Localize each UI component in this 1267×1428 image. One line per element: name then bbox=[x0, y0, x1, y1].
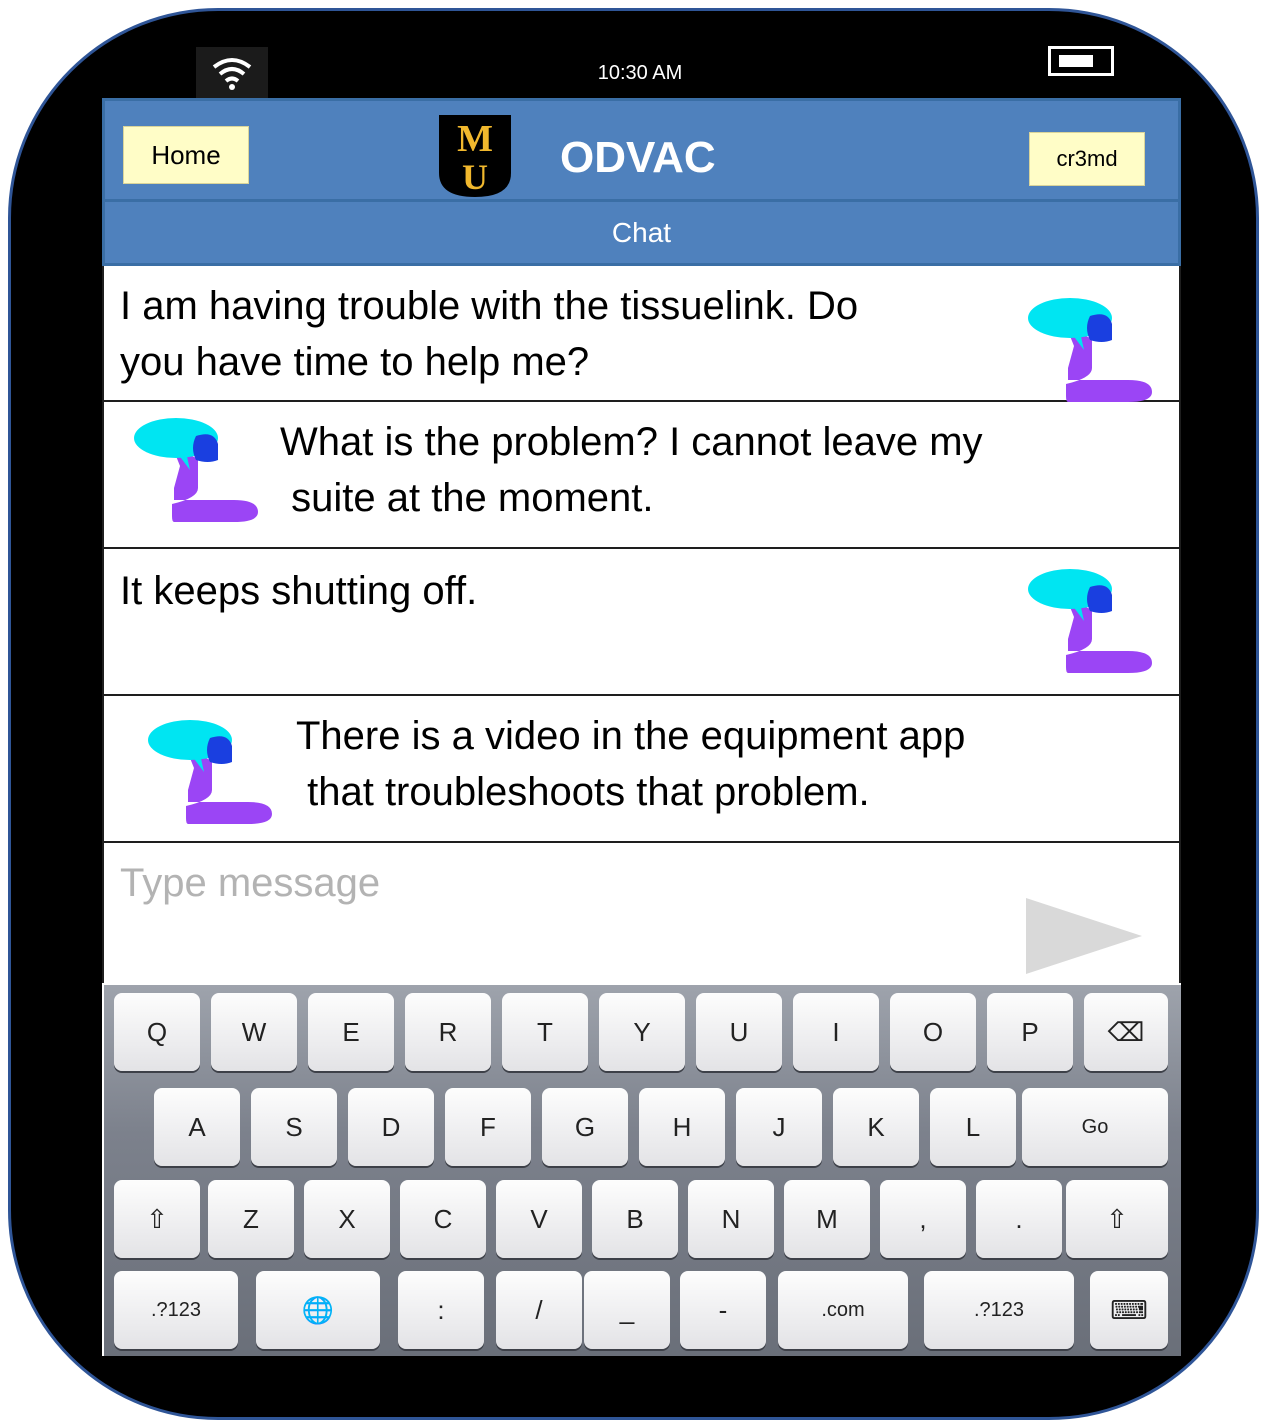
key-v[interactable]: V bbox=[496, 1180, 582, 1258]
message-line: that troubleshoots that problem. bbox=[296, 770, 870, 814]
shift-key-right[interactable]: ⇧ bbox=[1066, 1180, 1168, 1258]
status-time: 10:30 AM bbox=[597, 62, 683, 84]
logo-letter-u: U bbox=[462, 157, 488, 197]
user-button[interactable]: cr3md bbox=[1029, 132, 1145, 186]
key-z[interactable]: Z bbox=[208, 1180, 294, 1258]
logo-letter-m: M bbox=[457, 118, 493, 160]
home-button[interactable]: Home bbox=[123, 126, 249, 184]
comma-key[interactable]: , bbox=[880, 1180, 966, 1258]
avatar-icon bbox=[1028, 298, 1152, 402]
key-d[interactable]: D bbox=[348, 1088, 434, 1166]
key-r[interactable]: R bbox=[405, 993, 491, 1071]
numbers-key-left[interactable]: .?123 bbox=[114, 1271, 238, 1349]
shift-key-left[interactable]: ⇧ bbox=[114, 1180, 200, 1258]
key-i[interactable]: I bbox=[793, 993, 879, 1071]
numbers-key-right[interactable]: .?123 bbox=[924, 1271, 1074, 1349]
key-x[interactable]: X bbox=[304, 1180, 390, 1258]
key-y[interactable]: Y bbox=[599, 993, 685, 1071]
key-k[interactable]: K bbox=[833, 1088, 919, 1166]
key-a[interactable]: A bbox=[154, 1088, 240, 1166]
app-header: Home M U ODVAC cr3md bbox=[102, 98, 1181, 202]
message-line: you have time to help me? bbox=[120, 340, 590, 384]
key-j[interactable]: J bbox=[736, 1088, 822, 1166]
backspace-key[interactable]: ⌫ bbox=[1084, 993, 1168, 1071]
key-m[interactable]: M bbox=[784, 1180, 870, 1258]
message-line: There is a video in the equipment app bbox=[296, 714, 966, 758]
key-t[interactable]: T bbox=[502, 993, 588, 1071]
avatar-icon bbox=[148, 720, 272, 824]
app-title: ODVAC bbox=[560, 133, 716, 182]
wifi-icon bbox=[196, 47, 268, 99]
keyboard-dismiss-key[interactable]: ⌨ bbox=[1090, 1271, 1168, 1349]
dotcom-key[interactable]: .com bbox=[778, 1271, 908, 1349]
colon-key[interactable]: : bbox=[398, 1271, 484, 1349]
message-line: suite at the moment. bbox=[280, 476, 654, 520]
key-f[interactable]: F bbox=[445, 1088, 531, 1166]
key-e[interactable]: E bbox=[308, 993, 394, 1071]
mizzou-logo: M U bbox=[439, 115, 511, 197]
key-p[interactable]: P bbox=[987, 993, 1073, 1071]
chat-title: Chat bbox=[611, 216, 672, 248]
message-line: It keeps shutting off. bbox=[120, 569, 478, 613]
go-key[interactable]: Go bbox=[1022, 1088, 1168, 1166]
key-u[interactable]: U bbox=[696, 993, 782, 1071]
message-input[interactable]: Type message bbox=[102, 843, 1181, 983]
underscore-key[interactable]: _ bbox=[584, 1271, 670, 1349]
globe-key[interactable]: 🌐 bbox=[256, 1271, 380, 1349]
key-c[interactable]: C bbox=[400, 1180, 486, 1258]
message-row: I am having trouble with the tissuelink.… bbox=[102, 266, 1181, 402]
battery-icon bbox=[1048, 46, 1114, 76]
key-q[interactable]: Q bbox=[114, 993, 200, 1071]
key-g[interactable]: G bbox=[542, 1088, 628, 1166]
message-row: It keeps shutting off. bbox=[102, 549, 1181, 696]
avatar-icon bbox=[1028, 569, 1152, 673]
key-o[interactable]: O bbox=[890, 993, 976, 1071]
message-row: What is the problem? I cannot leave my s… bbox=[102, 402, 1181, 549]
message-row: There is a video in the equipment app th… bbox=[102, 696, 1181, 843]
message-placeholder: Type message bbox=[120, 861, 381, 905]
key-w[interactable]: W bbox=[211, 993, 297, 1071]
key-h[interactable]: H bbox=[639, 1088, 725, 1166]
slash-key[interactable]: / bbox=[496, 1271, 582, 1349]
message-line: I am having trouble with the tissuelink.… bbox=[120, 284, 859, 328]
dash-key[interactable]: - bbox=[680, 1271, 766, 1349]
key-s[interactable]: S bbox=[251, 1088, 337, 1166]
period-key[interactable]: . bbox=[976, 1180, 1062, 1258]
key-n[interactable]: N bbox=[688, 1180, 774, 1258]
keyboard: Q W E R T Y U I O P ⌫ A S D F G H J K L … bbox=[104, 985, 1181, 1356]
avatar-icon bbox=[134, 418, 258, 522]
chat-title-bar: Chat bbox=[102, 202, 1181, 266]
key-l[interactable]: L bbox=[930, 1088, 1016, 1166]
key-b[interactable]: B bbox=[592, 1180, 678, 1258]
message-line: What is the problem? I cannot leave my bbox=[280, 420, 983, 464]
send-arrow-icon[interactable] bbox=[1026, 898, 1142, 974]
